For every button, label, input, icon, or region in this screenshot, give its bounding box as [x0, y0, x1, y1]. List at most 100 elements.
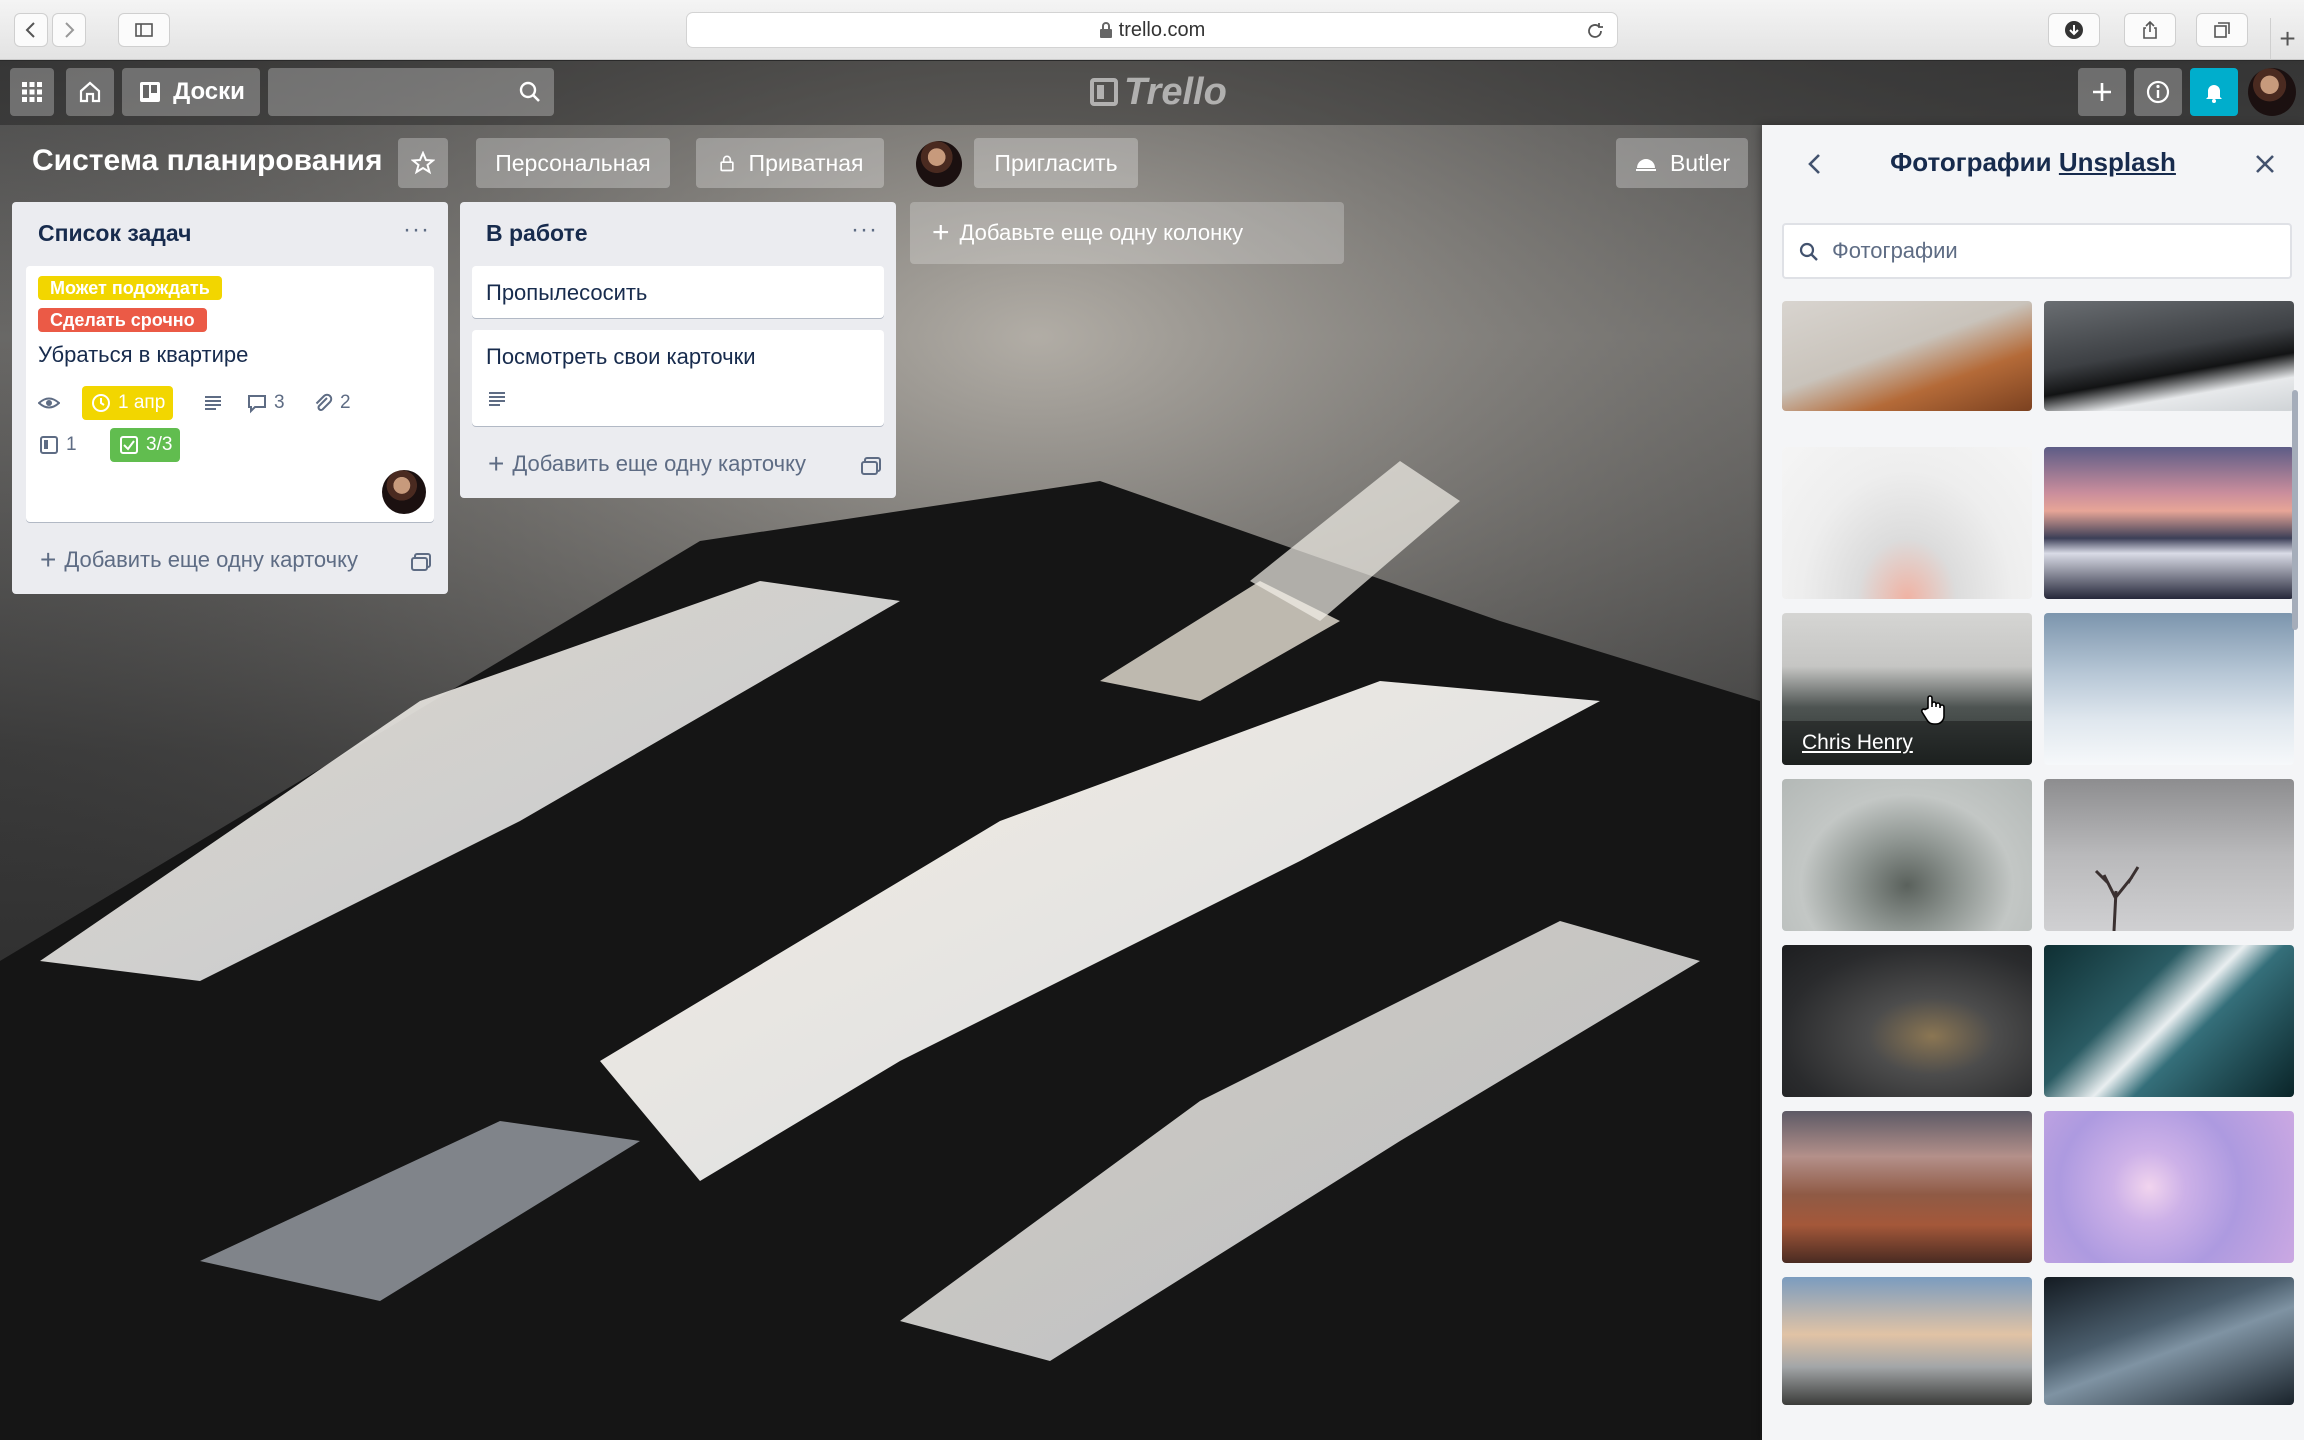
- list-todo: Список задач ··· Может подождать Сделать…: [12, 202, 448, 594]
- board-member-avatar[interactable]: [916, 141, 962, 187]
- plus-icon: [2093, 83, 2111, 101]
- board-link-badge: 1: [38, 428, 77, 462]
- photo-thumbnail-dark-blur[interactable]: [1782, 945, 2032, 1097]
- photo-thumbnail-ocean-waves[interactable]: [2044, 945, 2294, 1097]
- boards-label: Доски: [173, 78, 245, 105]
- info-button[interactable]: [2134, 68, 2182, 116]
- search-icon: [1799, 242, 1818, 261]
- tree-silhouette-icon: [2094, 866, 2140, 931]
- browser-forward-button[interactable]: [52, 13, 86, 47]
- add-card-button[interactable]: + Добавить еще одну карточку: [40, 544, 358, 576]
- downloads-button[interactable]: [2048, 13, 2100, 47]
- comments-badge: 3: [246, 386, 285, 420]
- trello-logo[interactable]: Trello: [1090, 71, 1227, 113]
- card-template-icon[interactable]: [410, 552, 432, 572]
- photo-thumbnail-forest-fog[interactable]: Chris Henry: [1782, 613, 2032, 765]
- watching-badge: [38, 386, 66, 420]
- butler-label: Butler: [1669, 149, 1731, 176]
- label-urgent: Сделать срочно: [38, 308, 207, 332]
- member-avatar[interactable]: [2248, 68, 2296, 116]
- photo-thumbnail-purple-sky[interactable]: [2044, 1111, 2294, 1263]
- panel-title-prefix: Фотографии: [1890, 147, 2052, 177]
- photo-thumbnail-dark-ridge[interactable]: [2044, 301, 2294, 411]
- star-icon: [411, 151, 435, 175]
- due-date-badge[interactable]: 1 апр: [82, 386, 174, 420]
- lock-icon: [719, 155, 734, 172]
- download-icon: [2065, 21, 2083, 39]
- due-date-text: 1 апр: [118, 392, 166, 413]
- comment-icon: [248, 395, 266, 414]
- list-in-progress: В работе ··· Пропылесосить Посмотреть св…: [460, 202, 896, 498]
- card-template-icon[interactable]: [860, 456, 882, 476]
- list-title[interactable]: Список задач: [38, 220, 191, 247]
- attachments-count: 2: [340, 392, 351, 413]
- invite-button[interactable]: Пригласить: [974, 138, 1138, 188]
- unsplash-photos-panel: Фотографии Unsplash Chris Henry: [1762, 125, 2304, 1440]
- list-title[interactable]: В работе: [486, 220, 588, 247]
- grid-icon: [22, 82, 42, 102]
- description-icon: [489, 392, 505, 406]
- board-link-count: 1: [66, 434, 77, 455]
- photo-thumbnail-warm-hill[interactable]: [1782, 301, 2032, 411]
- add-list-label: Добавьте еще одну колонку: [959, 220, 1244, 245]
- star-board-button[interactable]: [398, 138, 448, 188]
- butler-bell-icon: [1635, 159, 1656, 171]
- notifications-button[interactable]: [2190, 68, 2238, 116]
- home-button[interactable]: [66, 68, 114, 116]
- privacy-label: Приватная: [748, 149, 864, 176]
- card-clean-apartment[interactable]: Может подождать Сделать срочно Убраться …: [26, 266, 434, 522]
- description-badge: [202, 386, 230, 420]
- board-title[interactable]: Система планирования: [32, 144, 382, 178]
- browser-back-button[interactable]: [14, 13, 48, 47]
- photo-search-input[interactable]: [1832, 235, 2272, 267]
- new-tab-button[interactable]: +: [2270, 18, 2304, 60]
- photo-thumbnail-bare-tree[interactable]: [2044, 779, 2294, 931]
- address-bar[interactable]: trello.com: [686, 12, 1618, 48]
- share-button[interactable]: [2124, 13, 2176, 47]
- photo-thumbnail-dark-wave[interactable]: [2044, 1277, 2294, 1405]
- header-search-input[interactable]: [268, 68, 554, 116]
- photo-search-field[interactable]: [1782, 223, 2292, 279]
- photo-thumbnail-blue-clouds[interactable]: [2044, 613, 2294, 765]
- attachments-badge: 2: [312, 386, 351, 420]
- photo-credit-link[interactable]: Chris Henry: [1782, 721, 2032, 765]
- boards-button[interactable]: Доски: [122, 68, 260, 116]
- photo-thumbnail-fog-sunset[interactable]: [1782, 447, 2032, 599]
- plus-icon: +: [40, 544, 57, 575]
- trello-board-icon: [40, 436, 58, 454]
- close-icon[interactable]: [2252, 151, 2278, 177]
- add-list-button[interactable]: + Добавьте еще одну колонку: [910, 202, 1344, 264]
- add-card-button[interactable]: + Добавить еще одну карточку: [488, 448, 806, 480]
- search-icon: [519, 81, 540, 102]
- card-view-my-cards[interactable]: Посмотреть свои карточки: [472, 330, 884, 426]
- trello-logo-icon: [1090, 78, 1118, 106]
- share-icon: [2143, 20, 2157, 39]
- board-icon: [140, 82, 161, 102]
- list-menu-button[interactable]: ···: [403, 216, 430, 244]
- card-member-avatar[interactable]: [382, 470, 426, 514]
- panel-scrollbar[interactable]: [2292, 390, 2298, 630]
- description-badge: [486, 384, 514, 414]
- card-vacuum[interactable]: Пропылесосить: [472, 266, 884, 318]
- photo-thumbnail-misty-hill[interactable]: [1782, 779, 2032, 931]
- create-button[interactable]: [2078, 68, 2126, 116]
- photo-thumbnail-sky-valley[interactable]: [1782, 1277, 2032, 1405]
- plus-icon: +: [488, 448, 505, 479]
- butler-button[interactable]: Butler: [1616, 138, 1748, 188]
- card-title: Пропылесосить: [486, 280, 648, 305]
- label-can-wait: Может подождать: [38, 276, 222, 300]
- list-menu-button[interactable]: ···: [851, 216, 878, 244]
- team-visibility-button[interactable]: Персональная: [476, 138, 670, 188]
- tabs-overview-button[interactable]: [2196, 13, 2248, 47]
- chevron-right-icon: [65, 22, 75, 38]
- panel-title: Фотографии Unsplash: [1762, 147, 2304, 178]
- reload-icon[interactable]: [1585, 21, 1605, 41]
- photo-thumbnail-canyon-storm[interactable]: [1782, 1111, 2032, 1263]
- apps-menu-button[interactable]: [10, 68, 54, 116]
- sidebar-toggle-button[interactable]: [118, 13, 170, 47]
- browser-toolbar: trello.com +: [0, 0, 2304, 60]
- photo-thumbnail-pink-mountains[interactable]: [2044, 447, 2294, 599]
- unsplash-link[interactable]: Unsplash: [2059, 147, 2176, 177]
- privacy-button[interactable]: Приватная: [696, 138, 884, 188]
- lock-icon: [1099, 22, 1112, 38]
